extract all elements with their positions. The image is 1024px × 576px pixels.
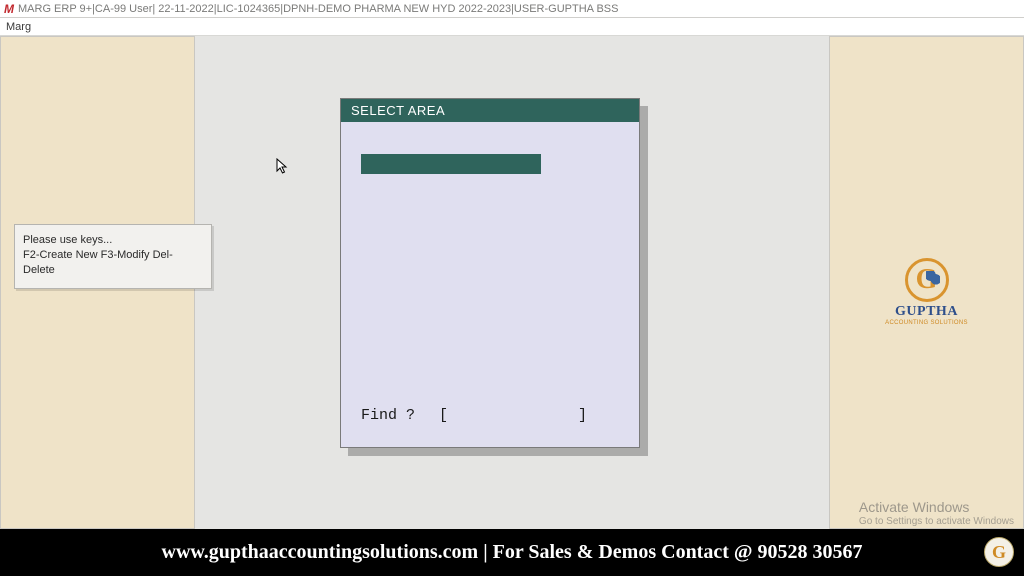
mouse-cursor-icon xyxy=(276,158,288,176)
select-area-dialog: SELECT AREA Find ? [ ] xyxy=(340,98,640,448)
shortcut-hint-box: Please use keys... F2-Create New F3-Modi… xyxy=(14,224,212,289)
app-logo-icon: M xyxy=(4,2,14,16)
menu-bar: Marg xyxy=(0,18,1024,36)
menu-item-marg[interactable]: Marg xyxy=(6,21,31,33)
window-titlebar: M MARG ERP 9+|CA-99 User| 22-11-2022|LIC… xyxy=(0,0,1024,18)
find-label: Find ? xyxy=(361,407,415,424)
activate-windows-watermark: Activate Windows Go to Settings to activ… xyxy=(859,499,1014,527)
window-title: MARG ERP 9+|CA-99 User| 22-11-2022|LIC-1… xyxy=(18,3,618,15)
bracket-open: [ xyxy=(439,407,448,424)
bracket-close: ] xyxy=(578,407,587,424)
dialog-title: SELECT AREA xyxy=(341,99,639,122)
brand-logo: G GUPTHA ACCOUNTING SOLUTIONS xyxy=(879,258,974,326)
workspace: Please use keys... F2-Create New F3-Modi… xyxy=(0,36,1024,529)
selected-area-row[interactable] xyxy=(361,154,541,174)
footer-banner: www.gupthaaccountingsolutions.com | For … xyxy=(0,529,1024,576)
watermark-title: Activate Windows xyxy=(859,499,1014,515)
find-input[interactable] xyxy=(448,407,578,424)
brand-name: GUPTHA xyxy=(879,304,974,320)
footer-text: www.gupthaaccountingsolutions.com | For … xyxy=(162,541,863,564)
brand-subtitle: ACCOUNTING SOLUTIONS xyxy=(879,320,974,326)
brand-mark-icon: G xyxy=(905,258,949,302)
dialog-body: Find ? [ ] xyxy=(341,122,639,446)
watermark-sub: Go to Settings to activate Windows xyxy=(859,516,1014,528)
hint-line-2: F2-Create New F3-Modify Del-Delete xyxy=(23,248,203,278)
hint-line-1: Please use keys... xyxy=(23,233,203,248)
footer-logo-icon: G xyxy=(984,537,1014,567)
find-row: Find ? [ ] xyxy=(361,407,619,424)
